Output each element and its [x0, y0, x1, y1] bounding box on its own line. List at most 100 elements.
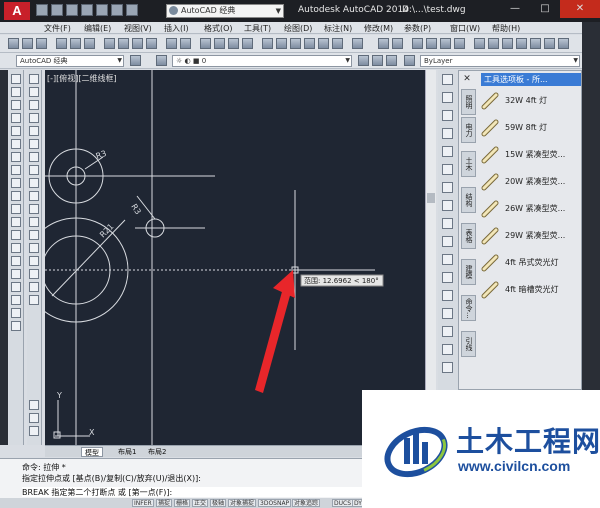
minimize-button[interactable]: —	[500, 0, 530, 18]
layer-freeze-icon[interactable]	[442, 128, 453, 139]
join-icon[interactable]	[29, 243, 39, 253]
properties-icon[interactable]	[262, 38, 273, 49]
erase-icon[interactable]	[29, 74, 39, 84]
menu-format[interactable]: 格式(O)	[204, 23, 233, 34]
tab-modeling[interactable]: 建模	[461, 259, 476, 285]
table-style-icon[interactable]	[440, 38, 451, 49]
tool-palettes-icon[interactable]	[290, 38, 301, 49]
list-icon[interactable]	[442, 344, 453, 355]
view-icon[interactable]	[442, 200, 453, 211]
ellipse-arc-icon[interactable]	[11, 204, 21, 214]
open-icon[interactable]	[22, 38, 33, 49]
gear-icon[interactable]	[130, 55, 141, 66]
status-otrack[interactable]: 对象追踪	[292, 499, 321, 507]
ucs-3point-icon[interactable]	[530, 38, 541, 49]
new-icon[interactable]	[36, 4, 48, 16]
menu-modify[interactable]: 修改(M)	[364, 23, 393, 34]
ucs-origin-icon[interactable]	[516, 38, 527, 49]
ellipse-icon[interactable]	[11, 191, 21, 201]
polyline-icon[interactable]	[11, 100, 21, 110]
chamfer-icon[interactable]	[29, 256, 39, 266]
id-point-icon[interactable]	[442, 362, 453, 373]
status-osnap[interactable]: 对象捕捉	[228, 499, 257, 507]
break-at-point-icon[interactable]	[29, 217, 39, 227]
text-style-icon[interactable]	[412, 38, 423, 49]
linetype-combo[interactable]: ByLayer ▼	[420, 55, 580, 67]
layer-properties-icon[interactable]	[156, 55, 167, 66]
tab-civil[interactable]: 土木	[461, 151, 476, 177]
arc-icon[interactable]	[11, 139, 21, 149]
color-icon[interactable]	[404, 55, 415, 66]
menu-file[interactable]: 文件(F)	[44, 23, 71, 34]
endpoint-snap-icon[interactable]	[29, 426, 39, 436]
save-icon[interactable]	[36, 38, 47, 49]
explode-icon[interactable]	[29, 295, 39, 305]
dim-style-icon[interactable]	[426, 38, 437, 49]
open-icon[interactable]	[51, 4, 63, 16]
light-icon[interactable]	[442, 254, 453, 265]
copy-object-icon[interactable]	[29, 87, 39, 97]
redo-icon[interactable]	[180, 38, 191, 49]
ucs-icon[interactable]	[474, 38, 485, 49]
circle-icon[interactable]	[11, 152, 21, 162]
stretch-icon[interactable]	[29, 178, 39, 188]
make-block-icon[interactable]	[11, 230, 21, 240]
preview-icon[interactable]	[70, 38, 81, 49]
menu-edit[interactable]: 编辑(E)	[84, 23, 111, 34]
spline-icon[interactable]	[11, 178, 21, 188]
ucs-world-icon[interactable]	[488, 38, 499, 49]
status-ducs[interactable]: DUCS	[332, 499, 354, 507]
pan-icon[interactable]	[200, 38, 211, 49]
status-ortho[interactable]: 正交	[192, 499, 209, 507]
print-icon[interactable]	[96, 4, 108, 16]
status-3dosnap[interactable]: 3DOSNAP	[258, 499, 292, 507]
cut-icon[interactable]	[104, 38, 115, 49]
workspace-combo[interactable]: AutoCAD 经典 ▼	[16, 55, 124, 67]
zoom-icon[interactable]	[442, 164, 453, 175]
array-icon[interactable]	[29, 126, 39, 136]
material-icon[interactable]	[442, 272, 453, 283]
help-icon[interactable]	[352, 38, 363, 49]
copy-icon[interactable]	[118, 38, 129, 49]
object-snap-icon[interactable]	[29, 413, 39, 423]
snap-settings-icon[interactable]	[29, 400, 39, 410]
area-icon[interactable]	[442, 326, 453, 337]
palette-item[interactable]: 32W 4ft 灯	[479, 89, 579, 113]
offset-icon[interactable]	[29, 113, 39, 123]
mirror-icon[interactable]	[29, 100, 39, 110]
autocad-logo-button[interactable]: A	[4, 2, 30, 20]
menu-insert[interactable]: 插入(I)	[164, 23, 189, 34]
render-icon[interactable]	[442, 236, 453, 247]
tab-structural[interactable]: 结构	[461, 187, 476, 213]
markup-icon[interactable]	[318, 38, 329, 49]
palette-item[interactable]: 26W 紧凑型荧...	[479, 197, 579, 221]
blend-icon[interactable]	[29, 282, 39, 292]
palette-item[interactable]: 29W 紧凑型荧...	[479, 224, 579, 248]
maximize-button[interactable]: □	[530, 0, 560, 18]
add-selected-icon[interactable]	[11, 321, 21, 331]
ucs-previous-icon[interactable]	[502, 38, 513, 49]
undo-icon[interactable]	[111, 4, 123, 16]
menu-parametric[interactable]: 参数(P)	[404, 23, 431, 34]
visual-style-icon[interactable]	[442, 218, 453, 229]
point-icon[interactable]	[11, 243, 21, 253]
sheet-set-icon[interactable]	[304, 38, 315, 49]
palette-item[interactable]: 20W 紧凑型荧...	[479, 170, 579, 194]
move-icon[interactable]	[29, 139, 39, 149]
menu-tools[interactable]: 工具(T)	[244, 23, 271, 34]
palette-item[interactable]: 4ft 吊式荧光灯	[479, 251, 579, 275]
command-input[interactable]: BREAK 指定第二个打断点 或 [第一点(F)]:	[22, 487, 362, 497]
tab-layout2[interactable]: 布局2	[145, 447, 169, 457]
trim-icon[interactable]	[29, 191, 39, 201]
tab-electrical[interactable]: 电力	[461, 117, 476, 143]
rotate-icon[interactable]	[29, 152, 39, 162]
save-as-icon[interactable]	[81, 4, 93, 16]
menu-help[interactable]: 帮助(H)	[492, 23, 520, 34]
hatch-icon[interactable]	[11, 256, 21, 266]
zoom-icon[interactable]	[214, 38, 225, 49]
workspace-switcher[interactable]: AutoCAD 经典 ▼	[166, 4, 284, 18]
multileader-style-icon[interactable]	[454, 38, 465, 49]
zoom-window-icon[interactable]	[228, 38, 239, 49]
measure-icon[interactable]	[442, 308, 453, 319]
properties-icon[interactable]	[442, 110, 453, 121]
